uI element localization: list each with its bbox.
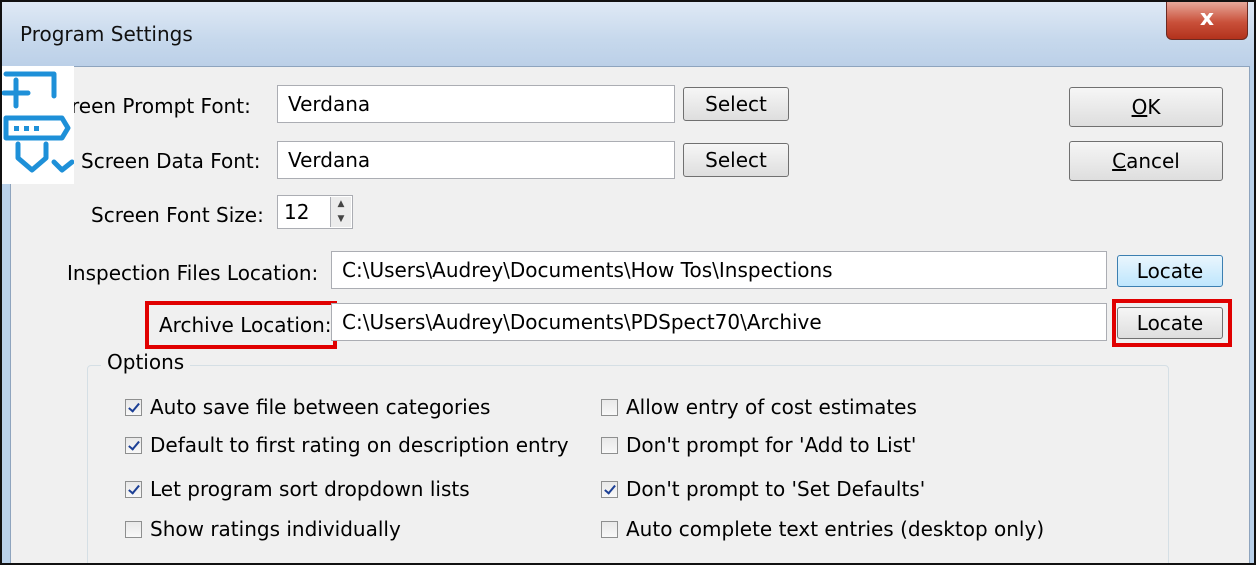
screen-data-font-field[interactable]: Verdana (277, 141, 675, 179)
archive-label-highlight (145, 301, 337, 349)
ok-label: K (1147, 95, 1161, 119)
archive-location-field[interactable]: C:\Users\Audrey\Documents\PDSpect70\Arch… (331, 303, 1107, 341)
option-auto-save[interactable]: Auto save file between categories (125, 395, 490, 421)
option-label: Don't prompt to 'Set Defaults' (626, 477, 926, 501)
cancel-label: ancel (1126, 149, 1180, 173)
ok-mnemonic: O (1131, 95, 1148, 119)
close-icon: x (1199, 6, 1215, 31)
ok-button[interactable]: OK (1069, 87, 1223, 127)
option-label: Let program sort dropdown lists (150, 477, 470, 501)
app-icon (2, 71, 75, 173)
select-prompt-font-button[interactable]: Select (683, 87, 789, 121)
option-no-prompt-add-to-list[interactable]: Don't prompt for 'Add to List' (601, 433, 916, 459)
option-label: Auto save file between categories (150, 395, 491, 419)
option-label: Auto complete text entries (desktop only… (626, 517, 1045, 541)
option-label: Show ratings individually (150, 517, 401, 541)
screen-data-font-label: Screen Data Font: (81, 149, 261, 173)
option-show-ratings-individually[interactable]: Show ratings individually (125, 517, 401, 543)
cancel-mnemonic: C (1112, 149, 1127, 173)
dialog-client-area: reen Prompt Font: Verdana Select Screen … (10, 66, 1250, 563)
checkbox-icon[interactable] (125, 481, 142, 498)
font-size-spinner[interactable]: 12 ▲ ▼ (277, 195, 353, 229)
checkbox-icon[interactable] (601, 399, 618, 416)
checkbox-icon[interactable] (601, 521, 618, 538)
select-data-font-button[interactable]: Select (683, 143, 789, 177)
option-label: Don't prompt for 'Add to List' (626, 433, 917, 457)
option-sort-dropdowns[interactable]: Let program sort dropdown lists (125, 477, 470, 503)
inspection-files-location-field[interactable]: C:\Users\Audrey\Documents\How Tos\Inspec… (331, 251, 1107, 289)
app-icon-overlay (2, 66, 75, 184)
checkbox-icon[interactable] (601, 481, 618, 498)
window-title: Program Settings (20, 22, 193, 46)
cancel-button[interactable]: Cancel (1069, 141, 1223, 181)
option-label: Default to first rating on description e… (150, 433, 569, 457)
locate-inspection-button[interactable]: Locate (1117, 255, 1223, 287)
program-settings-window: Program Settings x reen Prompt Font: Ver… (0, 0, 1256, 565)
close-button[interactable]: x (1166, 2, 1248, 40)
font-size-value: 12 (284, 200, 310, 224)
options-group-label: Options (101, 350, 191, 374)
checkbox-icon[interactable] (125, 437, 142, 454)
screen-prompt-font-label: reen Prompt Font: (71, 94, 251, 118)
checkbox-icon[interactable] (125, 521, 142, 538)
option-cost-estimates[interactable]: Allow entry of cost estimates (601, 395, 917, 421)
spin-up-icon[interactable]: ▲ (331, 197, 351, 212)
spin-down-icon[interactable]: ▼ (331, 212, 351, 227)
locate-archive-highlight (1112, 299, 1232, 347)
screen-font-size-label: Screen Font Size: (91, 203, 264, 227)
title-bar: Program Settings x (2, 2, 1254, 66)
spin-buttons[interactable]: ▲ ▼ (330, 197, 351, 227)
inspection-files-location-label: Inspection Files Location: (67, 261, 319, 285)
option-auto-complete[interactable]: Auto complete text entries (desktop only… (601, 517, 1044, 543)
checkbox-icon[interactable] (125, 399, 142, 416)
option-label: Allow entry of cost estimates (626, 395, 917, 419)
option-default-first-rating[interactable]: Default to first rating on description e… (125, 433, 569, 459)
checkbox-icon[interactable] (601, 437, 618, 454)
option-no-prompt-set-defaults[interactable]: Don't prompt to 'Set Defaults' (601, 477, 925, 503)
screen-prompt-font-field[interactable]: Verdana (277, 85, 675, 123)
